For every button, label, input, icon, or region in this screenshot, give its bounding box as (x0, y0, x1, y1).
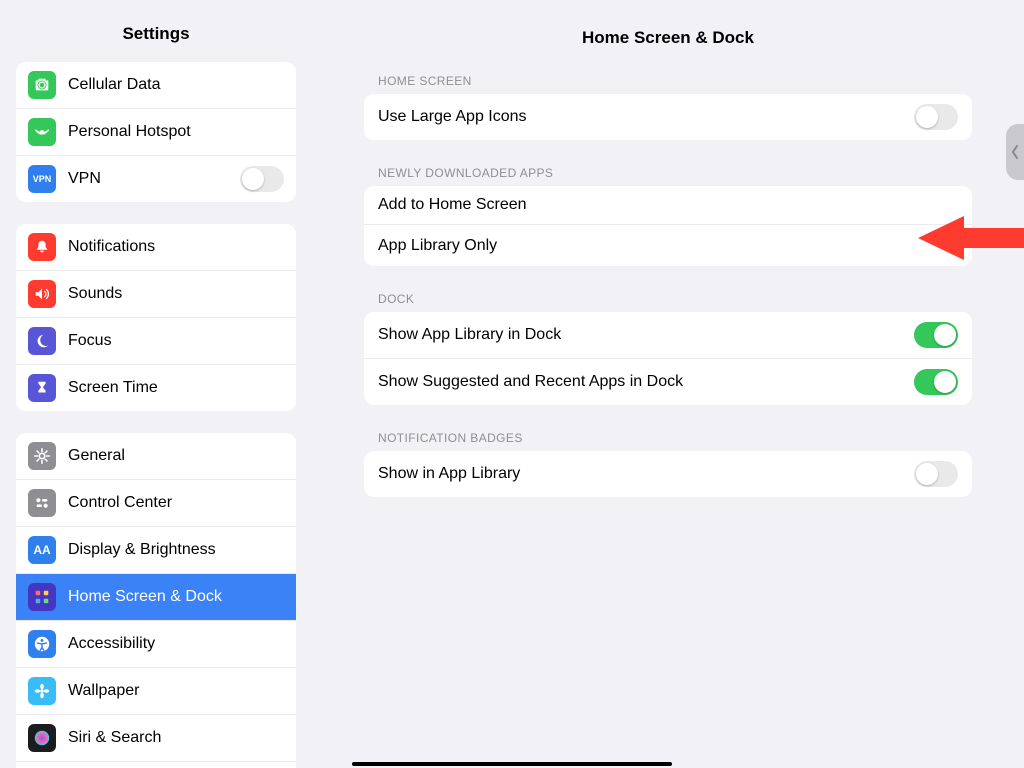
sidebar-item-label: Cellular Data (68, 76, 160, 94)
setting-row: Show in App Library (364, 451, 972, 497)
sidebar-item-cell[interactable]: Cellular Data (16, 62, 296, 109)
section-header: Notification Badges (378, 431, 972, 445)
section-header: Newly Downloaded Apps (378, 166, 972, 180)
sidebar-item-general[interactable]: General (16, 433, 296, 480)
sidebar-item-label: VPN (68, 170, 101, 188)
sidebar-item-label: Accessibility (68, 635, 155, 653)
sidebar-title: Settings (0, 24, 312, 44)
setting-row: Show App Library in Dock (364, 312, 972, 359)
detail-title: Home Screen & Dock (364, 28, 972, 48)
sidebar-item-screent[interactable]: Screen Time (16, 365, 296, 411)
sidebar: Settings Cellular Data Personal Hotspot VP… (0, 0, 312, 768)
sidebar-item-pencil[interactable]: Apple Pencil (16, 762, 296, 768)
sidebar-item-cc[interactable]: Control Center (16, 480, 296, 527)
siri-icon (28, 724, 56, 752)
sidebar-item-vpn[interactable]: VPN VPN (16, 156, 296, 202)
grid-icon (28, 583, 56, 611)
sidebar-item-display[interactable]: AA Display & Brightness (16, 527, 296, 574)
setting-label: Use Large App Icons (378, 108, 527, 126)
hotspot-icon (28, 118, 56, 146)
aa-icon: AA (28, 536, 56, 564)
slide-over-handle[interactable] (1006, 124, 1024, 180)
setting-row: Show Suggested and Recent Apps in Dock (364, 359, 972, 405)
bell-icon (28, 233, 56, 261)
sidebar-item-label: Focus (68, 332, 112, 350)
sidebar-item-label: Home Screen & Dock (68, 588, 222, 606)
toggle-switch[interactable] (914, 461, 958, 487)
cellular-icon (28, 71, 56, 99)
vpn-icon: VPN (28, 165, 56, 193)
sidebar-item-notif[interactable]: Notifications (16, 224, 296, 271)
sidebar-item-label: Screen Time (68, 379, 158, 397)
sidebar-item-access[interactable]: Accessibility (16, 621, 296, 668)
section-header: Dock (378, 292, 972, 306)
setting-label: App Library Only (378, 237, 497, 255)
flower-icon (28, 677, 56, 705)
sidebar-item-label: Control Center (68, 494, 172, 512)
sidebar-item-label: Display & Brightness (68, 541, 216, 559)
sidebar-item-label: Sounds (68, 285, 122, 303)
detail-panel: Home Screen & Dock Home Screen Use Large … (312, 0, 1024, 768)
hourglass-icon (28, 374, 56, 402)
toggle-switch[interactable] (914, 104, 958, 130)
sidebar-item-sounds[interactable]: Sounds (16, 271, 296, 318)
sidebar-item-label: Siri & Search (68, 729, 161, 747)
vpn-toggle[interactable] (240, 166, 284, 192)
setting-label: Show App Library in Dock (378, 326, 561, 344)
sidebar-item-home[interactable]: Home Screen & Dock (16, 574, 296, 621)
sidebar-item-label: Personal Hotspot (68, 123, 191, 141)
section-header: Home Screen (378, 74, 972, 88)
sidebar-item-focus[interactable]: Focus (16, 318, 296, 365)
sidebar-item-wall[interactable]: Wallpaper (16, 668, 296, 715)
sidebar-item-label: General (68, 447, 125, 465)
gear-icon (28, 442, 56, 470)
toggle-switch[interactable] (914, 369, 958, 395)
sidebar-item-siri[interactable]: Siri & Search (16, 715, 296, 762)
sidebar-item-label: Notifications (68, 238, 155, 256)
sidebar-item-label: Wallpaper (68, 682, 139, 700)
moon-icon (28, 327, 56, 355)
setting-row[interactable]: Add to Home Screen (364, 186, 972, 225)
home-indicator[interactable] (352, 762, 672, 766)
sidebar-item-hotspot[interactable]: Personal Hotspot (16, 109, 296, 156)
setting-row: Use Large App Icons (364, 94, 972, 140)
setting-label: Show in App Library (378, 465, 520, 483)
checkmark-icon: ✓ (943, 235, 958, 256)
setting-row[interactable]: App Library Only ✓ (364, 225, 972, 266)
setting-label: Add to Home Screen (378, 196, 527, 214)
switches-icon (28, 489, 56, 517)
speaker-icon (28, 280, 56, 308)
setting-label: Show Suggested and Recent Apps in Dock (378, 373, 683, 391)
accessibility-icon (28, 630, 56, 658)
toggle-switch[interactable] (914, 322, 958, 348)
